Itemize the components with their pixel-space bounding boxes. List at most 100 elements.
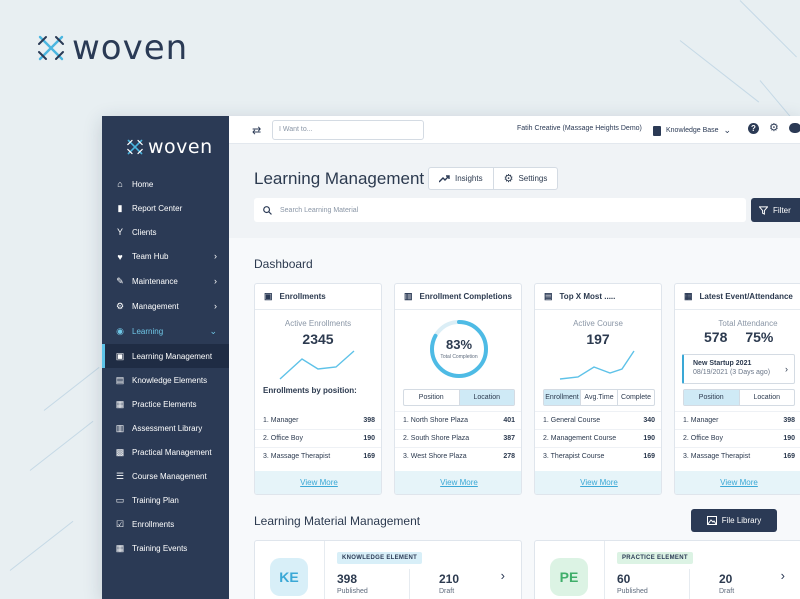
- view-more-link[interactable]: View More: [535, 471, 661, 494]
- trending-up-icon: [439, 174, 450, 182]
- woven-logo-icon: [127, 139, 143, 155]
- sidebar-item-practice-elements[interactable]: ▦ Practice Elements: [102, 392, 229, 416]
- sidebar-item-learning[interactable]: ◉ Learning ⌄: [102, 319, 229, 344]
- knowledge-element-card[interactable]: KE KNOWLEDGE ELEMENT 398 Published 210 Dra…: [254, 540, 522, 599]
- tab-settings[interactable]: ⚙ Settings: [492, 168, 558, 189]
- sidebar-item-home[interactable]: ⌂ Home: [102, 172, 229, 196]
- sidebar-item-enrollments[interactable]: ☑ Enrollments: [102, 512, 229, 536]
- completion-ring: 83% Total Completion: [428, 318, 490, 380]
- sidebar-item-label: Learning: [132, 327, 164, 336]
- card-title: Top X Most .....: [559, 292, 616, 301]
- sidebar-item-assessment-library[interactable]: ▥ Assessment Library: [102, 416, 229, 440]
- segment-position[interactable]: Position: [404, 390, 459, 405]
- filter-button[interactable]: Filter: [751, 198, 800, 222]
- published-stat: 60 Published: [617, 572, 648, 595]
- settings-gear-icon[interactable]: ⚙: [769, 121, 779, 134]
- row-value: 169: [363, 453, 375, 460]
- sidebar-brand[interactable]: woven: [126, 136, 213, 158]
- segment-enrollment[interactable]: Enrollment: [544, 390, 580, 405]
- sidebar-item-report-center[interactable]: ▮ Report Center: [102, 196, 229, 220]
- card-title: Latest Event/Attendance: [699, 292, 793, 301]
- attendance-percent: 75%: [745, 329, 774, 345]
- dashboard-content: Dashboard ▣ Enrollments Active Enrollment…: [229, 238, 800, 599]
- sidebar-item-label: Clients: [132, 227, 157, 237]
- row-name: 3. Massage Therapist: [683, 453, 751, 460]
- file-library-label: File Library: [721, 516, 762, 525]
- view-more-link[interactable]: View More: [395, 471, 521, 494]
- published-count: 60: [617, 572, 631, 586]
- sidebar-item-training-events[interactable]: ▦ Training Events: [102, 536, 229, 560]
- organization-name[interactable]: Fatih Creative (Massage Heights Demo): [517, 125, 642, 132]
- tab-insights[interactable]: Insights: [429, 168, 493, 189]
- wrench-icon: ✎: [116, 276, 124, 286]
- sidebar-item-learning-management[interactable]: ▣ Learning Management: [102, 344, 229, 368]
- sidebar-item-label: Management: [132, 302, 179, 311]
- list-item: 2. Office Boy 190: [255, 429, 381, 447]
- decorative-line: [29, 420, 94, 471]
- published-label: Published: [617, 588, 648, 595]
- chat-icon[interactable]: [789, 123, 800, 133]
- id-card-icon: ▣: [115, 350, 125, 361]
- sidebar-item-team-hub[interactable]: ♥ Team Hub ›: [102, 244, 229, 269]
- list-item: 1. General Course 340: [535, 411, 661, 429]
- list-item: 3. West Shore Plaza 278: [395, 447, 521, 465]
- top-x-most-card: ▤ Top X Most ..... Active Course 197 Enro…: [534, 283, 662, 495]
- learning-material-search-input[interactable]: Search Learning Material: [254, 198, 746, 222]
- header-tabs: Insights ⚙ Settings: [428, 167, 559, 190]
- knowledge-base-label: Knowledge Base: [666, 127, 719, 134]
- global-search-input[interactable]: I Want to...: [272, 120, 424, 140]
- sidebar-item-label: Training Plan: [132, 495, 179, 505]
- list-item: 3. Massage Therapist 169: [675, 447, 800, 465]
- completion-label: Total Completion: [440, 354, 478, 360]
- row-name: 2. Management Course: [543, 435, 617, 442]
- row-name: 3. Massage Therapist: [263, 453, 331, 460]
- document-icon: ▦: [115, 398, 125, 409]
- chevron-right-icon: ›: [780, 568, 785, 583]
- tab-label: Settings: [518, 174, 548, 183]
- attendance-value: 578: [704, 329, 728, 345]
- sidebar-item-training-plan[interactable]: ▭ Training Plan: [102, 488, 229, 512]
- row-value: 340: [643, 417, 655, 424]
- segment-avg-time[interactable]: Avg.Time: [580, 390, 617, 405]
- search-placeholder: Search Learning Material: [280, 206, 359, 214]
- filter-label: Filter: [773, 205, 791, 215]
- help-icon[interactable]: ?: [748, 123, 759, 134]
- ke-badge: KE: [270, 558, 308, 596]
- metric-label: Active Course: [573, 319, 623, 328]
- sidebar-item-management[interactable]: ⚙ Management ›: [102, 294, 229, 319]
- row-name: 2. Office Boy: [683, 435, 723, 442]
- practice-element-card[interactable]: PE PRACTICE ELEMENT 60 Published 20 Draft …: [534, 540, 800, 599]
- sidebar-item-clients[interactable]: Y Clients: [102, 220, 229, 244]
- refresh-icon[interactable]: ⇄: [252, 124, 261, 137]
- sidebar-item-maintenance[interactable]: ✎ Maintenance ›: [102, 269, 229, 294]
- screen-icon: ▭: [115, 494, 125, 505]
- sidebar-brand-name: woven: [148, 136, 213, 158]
- page-title: Learning Management: [254, 169, 425, 188]
- knowledge-base-dropdown[interactable]: Knowledge Base ⌄: [653, 125, 731, 136]
- knowledge-element-tag: KNOWLEDGE ELEMENT: [337, 552, 423, 564]
- file-library-button[interactable]: File Library: [691, 509, 777, 532]
- card-header: ▤ Top X Most .....: [535, 284, 661, 310]
- top-x-toggle: Enrollment Avg.Time Complete: [543, 389, 655, 406]
- card-title: Enrollments: [279, 292, 326, 301]
- sidebar-item-course-management[interactable]: ☰ Course Management: [102, 464, 229, 488]
- chevron-right-icon: ›: [214, 251, 217, 261]
- heart-icon: ♥: [117, 251, 123, 262]
- view-more-link[interactable]: View More: [255, 471, 381, 494]
- view-more-link[interactable]: View More: [675, 471, 800, 494]
- segment-position[interactable]: Position: [684, 390, 739, 405]
- sidebar-item-knowledge-elements[interactable]: ▤ Knowledge Elements: [102, 368, 229, 392]
- event-title: New Startup 2021: [693, 360, 752, 367]
- segment-location[interactable]: Location: [738, 390, 795, 405]
- latest-event-item[interactable]: New Startup 2021 08/19/2021 (3 Days ago)…: [682, 354, 795, 384]
- sidebar-item-label: Practice Elements: [132, 399, 197, 409]
- chevron-right-icon: ›: [785, 364, 788, 374]
- segment-location[interactable]: Location: [458, 390, 514, 405]
- divider: [604, 541, 605, 599]
- sidebar-item-practical-management[interactable]: ▩ Practical Management: [102, 440, 229, 464]
- app-window: woven ⌂ Home ▮ Report Center Y Clients ♥ Tea…: [102, 116, 800, 599]
- metric-value: 197: [586, 331, 610, 347]
- segment-complete[interactable]: Complete: [617, 390, 654, 405]
- image-icon: [706, 516, 717, 525]
- row-name: 1. Manager: [263, 416, 299, 424]
